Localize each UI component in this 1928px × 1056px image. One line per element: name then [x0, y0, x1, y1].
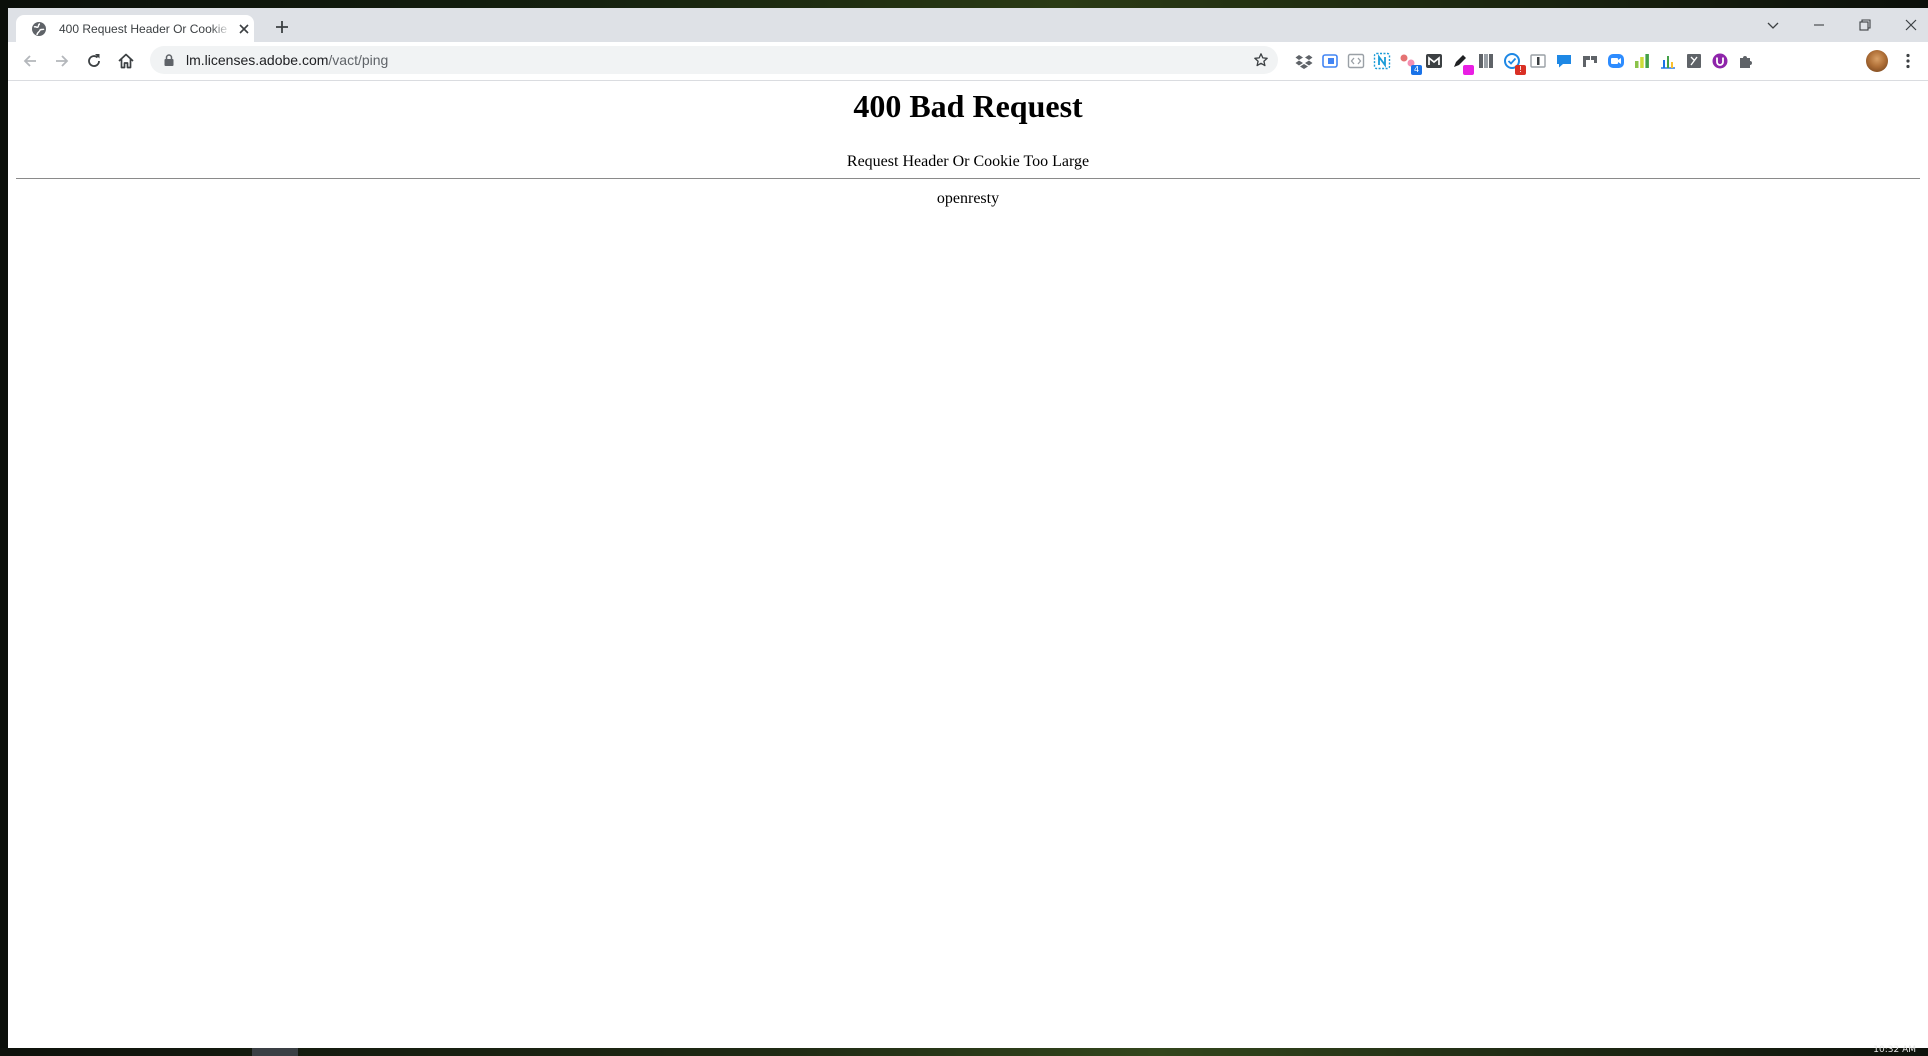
check-extension-icon[interactable]: !	[1502, 51, 1526, 75]
zoom-extension-icon[interactable]	[1606, 51, 1626, 71]
home-icon[interactable]	[116, 51, 136, 71]
script-extension-icon[interactable]	[1684, 51, 1704, 71]
error-message: Request Header Or Cookie Too Large	[846, 153, 1090, 170]
chrome-menu-icon[interactable]	[1898, 51, 1918, 71]
m-extension-icon[interactable]	[1424, 51, 1444, 71]
library-extension-icon[interactable]	[1476, 51, 1496, 71]
graph-extension-icon[interactable]	[1658, 51, 1678, 71]
reader-extension-icon[interactable]	[1528, 51, 1548, 71]
tab-strip: 400 Request Header Or Cookie Too Large	[8, 8, 1928, 42]
extension-blue-panel-icon[interactable]	[1320, 51, 1340, 71]
url-host: lm.licenses.adobe.com	[186, 52, 329, 68]
taskbar-clock[interactable]: 10:32 AM	[1873, 1045, 1916, 1055]
page-content: 400 Bad Request Request Header Or Cookie…	[8, 81, 1928, 1048]
url-path: /vact/ping	[328, 52, 389, 68]
page-heading: 400 Bad Request	[853, 88, 1083, 124]
new-tab-icon[interactable]	[272, 17, 292, 37]
code-icon[interactable]	[1346, 51, 1366, 71]
lock-icon[interactable]	[162, 53, 176, 67]
browser-window: 400 Request Header Or Cookie Too Large	[8, 8, 1928, 1048]
restore-icon[interactable]	[1854, 14, 1876, 36]
grid-extension-icon[interactable]	[1580, 51, 1600, 71]
minimize-icon[interactable]	[1808, 14, 1830, 36]
toolbar: lm.licenses.adobe.com/vact/ping 4!	[8, 42, 1928, 81]
desktop: 400 Request Header Or Cookie Too Large	[0, 0, 1928, 1056]
forward-arrow-icon[interactable]	[52, 51, 72, 71]
chat-extension-icon[interactable]	[1554, 51, 1574, 71]
puzzle-extensions-icon[interactable]	[1736, 51, 1756, 71]
taskbar-app-chrome[interactable]	[252, 1048, 298, 1056]
globe-icon	[32, 22, 46, 36]
extension-badge: !	[1515, 65, 1526, 75]
extension-badge: 4	[1411, 65, 1422, 75]
flow-extension-icon[interactable]: 4	[1398, 51, 1422, 75]
server-name: openresty	[936, 190, 1000, 207]
divider	[16, 178, 1920, 179]
reload-icon[interactable]	[84, 51, 104, 71]
u-extension-icon[interactable]	[1710, 51, 1730, 71]
bookmark-star-icon[interactable]	[1253, 52, 1269, 68]
address-bar[interactable]: lm.licenses.adobe.com/vact/ping	[150, 46, 1278, 74]
close-tab-icon[interactable]	[237, 22, 251, 36]
bar-chart-extension-icon[interactable]	[1632, 51, 1652, 71]
back-arrow-icon[interactable]	[20, 51, 40, 71]
taskbar: 10:32 AM	[0, 1045, 1928, 1056]
url-text[interactable]: lm.licenses.adobe.com/vact/ping	[186, 52, 388, 68]
pen-extension-icon[interactable]	[1450, 51, 1474, 75]
extension-badge	[1463, 65, 1474, 75]
dropbox-icon[interactable]	[1294, 51, 1314, 71]
tab-title: 400 Request Header Or Cookie Too Large	[59, 22, 231, 36]
tab-active[interactable]: 400 Request Header Or Cookie Too Large	[16, 15, 254, 42]
tab-search-chevron-icon[interactable]	[1762, 14, 1784, 36]
profile-avatar[interactable]	[1866, 50, 1888, 72]
close-window-icon[interactable]	[1900, 14, 1922, 36]
n-extension-icon[interactable]	[1372, 51, 1392, 71]
